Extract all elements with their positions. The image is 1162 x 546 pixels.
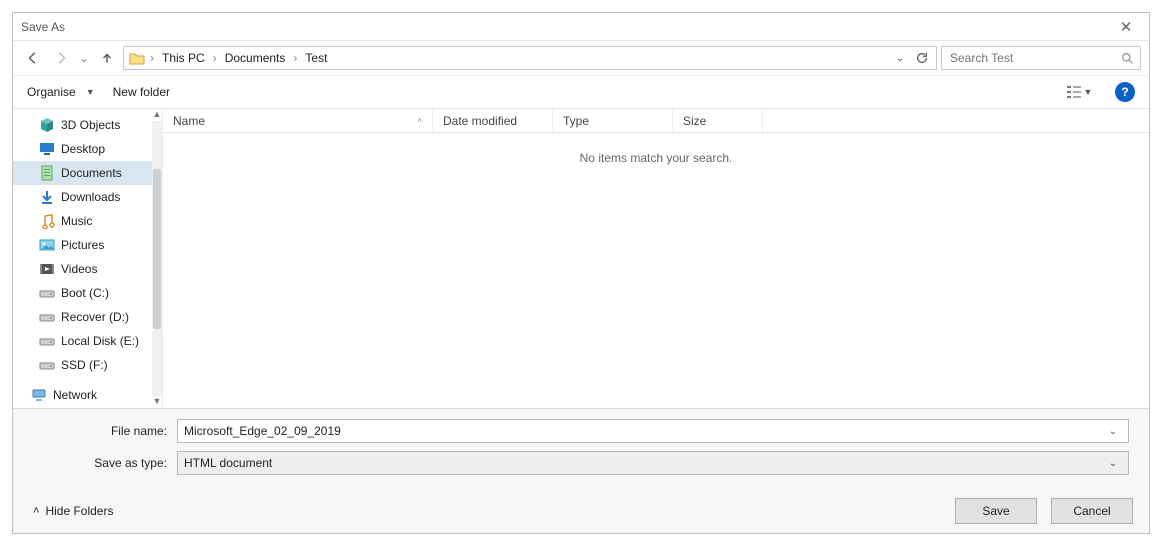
tree-item[interactable]: Boot (C:): [13, 281, 162, 305]
tree-item-label: Documents: [61, 166, 122, 180]
drive-icon: [39, 285, 55, 301]
folder-icon: [128, 50, 146, 66]
organise-button[interactable]: Organise ▼: [27, 85, 95, 99]
scroll-up-icon[interactable]: ▲: [153, 109, 162, 121]
toolbar: Organise ▼ New folder ▼ ?: [13, 75, 1149, 109]
tree-item[interactable]: Downloads: [13, 185, 162, 209]
tree-item[interactable]: Local Disk (E:): [13, 329, 162, 353]
chevron-up-icon: ˄: [33, 505, 39, 517]
up-button[interactable]: [95, 46, 119, 70]
music-icon: [39, 213, 55, 229]
save-as-dialog: Save As ✕ ⌄ › This PC › Documents › Test…: [12, 12, 1150, 534]
videos-icon: [39, 261, 55, 277]
tree-item[interactable]: Recover (D:): [13, 305, 162, 329]
drive-icon: [39, 357, 55, 373]
scroll-down-icon[interactable]: ▼: [153, 396, 162, 408]
breadcrumb-this-pc[interactable]: This PC: [158, 49, 209, 67]
tree-item-label: Network: [53, 388, 97, 402]
cube-icon: [39, 117, 55, 133]
tree-item-label: 3D Objects: [61, 118, 120, 132]
tree-item[interactable]: Music: [13, 209, 162, 233]
tree-item-label: Recover (D:): [61, 310, 129, 324]
network-icon: [31, 387, 47, 403]
tree-item-label: Boot (C:): [61, 286, 109, 300]
organise-label: Organise: [27, 85, 76, 99]
column-date[interactable]: Date modified: [433, 109, 553, 132]
file-name-label: File name:: [73, 424, 167, 438]
breadcrumb-documents[interactable]: Documents: [221, 49, 290, 67]
nav-tree: 3D Objects Desktop Documents Downloads Music…: [13, 109, 163, 408]
save-type-label: Save as type:: [73, 456, 167, 470]
tree-item-network[interactable]: Network: [13, 383, 162, 407]
address-dropdown[interactable]: ⌄: [890, 48, 910, 68]
file-list: Name ˄ Date modified Type Size No items …: [163, 109, 1149, 408]
close-icon[interactable]: ✕: [1111, 18, 1141, 36]
chevron-right-icon: ›: [148, 51, 156, 65]
tree-item-label: Music: [61, 214, 92, 228]
tree-item[interactable]: Documents: [13, 161, 162, 185]
tree-item-label: Local Disk (E:): [61, 334, 139, 348]
tree-item-label: Videos: [61, 262, 97, 276]
dialog-body: 3D Objects Desktop Documents Downloads Music…: [13, 109, 1149, 409]
breadcrumb-test[interactable]: Test: [301, 49, 331, 67]
cancel-button[interactable]: Cancel: [1051, 498, 1133, 524]
tree-item[interactable]: 3D Objects: [13, 113, 162, 137]
tree-item[interactable]: Videos: [13, 257, 162, 281]
save-type-value: HTML document: [184, 456, 1104, 470]
download-icon: [39, 189, 55, 205]
file-name-value: Microsoft_Edge_02_09_2019: [184, 424, 1104, 438]
titlebar: Save As ✕: [13, 13, 1149, 41]
navbar: ⌄ › This PC › Documents › Test ⌄: [13, 41, 1149, 75]
save-type-field[interactable]: HTML document ⌄: [177, 451, 1129, 475]
chevron-down-icon: ▼: [1084, 87, 1093, 97]
window-title: Save As: [21, 20, 1111, 34]
column-size[interactable]: Size: [673, 109, 763, 132]
drive-icon: [39, 309, 55, 325]
form-area: File name: Microsoft_Edge_02_09_2019 ⌄ S…: [13, 409, 1149, 489]
new-folder-label: New folder: [113, 85, 170, 99]
pictures-icon: [39, 237, 55, 253]
file-name-field[interactable]: Microsoft_Edge_02_09_2019 ⌄: [177, 419, 1129, 443]
column-type[interactable]: Type: [553, 109, 673, 132]
refresh-button[interactable]: [912, 48, 932, 68]
column-headers: Name ˄ Date modified Type Size: [163, 109, 1149, 133]
tree-scrollbar[interactable]: ▲ ▼: [152, 109, 162, 408]
tree-item[interactable]: Desktop: [13, 137, 162, 161]
column-name[interactable]: Name ˄: [163, 109, 433, 132]
chevron-right-icon: ›: [211, 51, 219, 65]
chevron-down-icon[interactable]: ⌄: [1104, 426, 1122, 437]
tree-item[interactable]: SSD (F:): [13, 353, 162, 377]
chevron-right-icon: ›: [291, 51, 299, 65]
back-button[interactable]: [21, 46, 45, 70]
scroll-thumb[interactable]: [153, 169, 161, 329]
hide-folders-button[interactable]: ˄ Hide Folders: [33, 504, 113, 518]
drive-icon: [39, 333, 55, 349]
search-box[interactable]: [941, 46, 1141, 70]
new-folder-button[interactable]: New folder: [113, 85, 170, 99]
chevron-down-icon: ▼: [86, 87, 95, 97]
view-options-button[interactable]: ▼: [1061, 81, 1097, 103]
forward-button[interactable]: [49, 46, 73, 70]
empty-message: No items match your search.: [163, 133, 1149, 408]
help-button[interactable]: ?: [1115, 82, 1135, 102]
tree-item-label: Pictures: [61, 238, 104, 252]
save-button[interactable]: Save: [955, 498, 1037, 524]
search-icon[interactable]: [1121, 52, 1134, 65]
desktop-icon: [39, 141, 55, 157]
footer: ˄ Hide Folders Save Cancel: [13, 489, 1149, 533]
address-bar[interactable]: › This PC › Documents › Test ⌄: [123, 46, 937, 70]
search-input[interactable]: [948, 50, 1115, 66]
tree-item-label: Desktop: [61, 142, 105, 156]
document-icon: [39, 165, 55, 181]
tree-item-label: SSD (F:): [61, 358, 108, 372]
sort-indicator-icon: ˄: [417, 116, 422, 125]
hide-folders-label: Hide Folders: [45, 504, 113, 518]
chevron-down-icon[interactable]: ⌄: [1104, 458, 1122, 469]
tree-item-label: Downloads: [61, 190, 120, 204]
tree-item[interactable]: Pictures: [13, 233, 162, 257]
recent-locations-dropdown[interactable]: ⌄: [77, 51, 91, 65]
